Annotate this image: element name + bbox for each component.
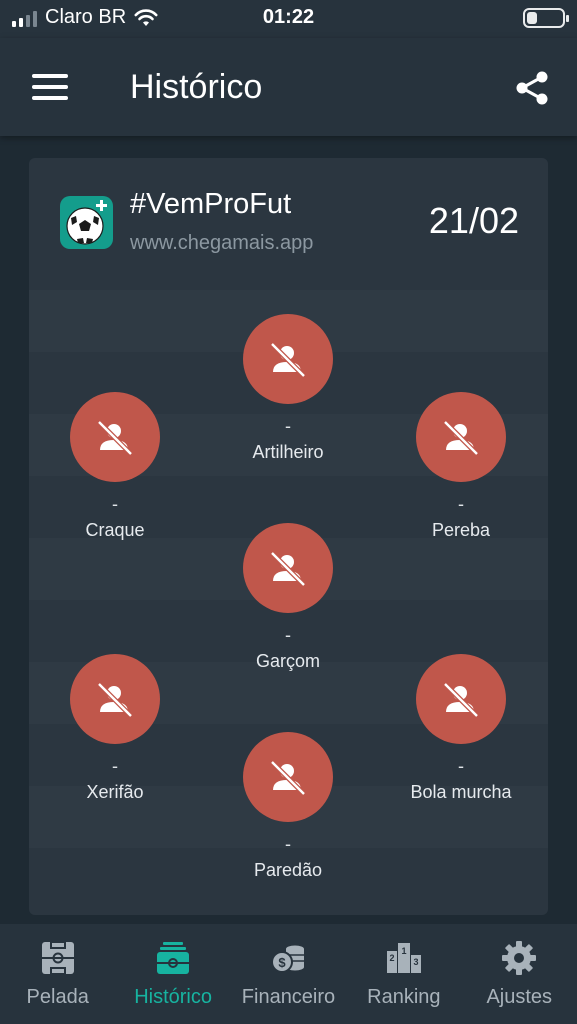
award-player: -	[458, 494, 464, 514]
status-bar: Claro BR 01:22	[0, 0, 577, 38]
award-label: Xerifão	[86, 782, 144, 802]
award-avatar-button[interactable]	[416, 392, 506, 482]
award-garcom: - Garçom	[208, 523, 368, 672]
award-avatar-button[interactable]	[243, 314, 333, 404]
award-avatar-button[interactable]	[243, 523, 333, 613]
card-site: www.chegamais.app	[130, 232, 314, 254]
award-avatar-button[interactable]	[243, 732, 333, 822]
app-bar: Histórico	[0, 38, 577, 136]
award-player: -	[112, 756, 118, 776]
nav-label: Financeiro	[241, 986, 336, 1008]
history-icon	[157, 942, 190, 974]
nav-label: Ajustes	[486, 986, 553, 1008]
nav-ranking[interactable]: 1 2 3 Ranking	[346, 924, 461, 1024]
bottom-nav: Pelada Histórico $ Financeiro 1 2 3 Rank…	[0, 924, 577, 1024]
no-player-icon	[270, 342, 306, 378]
award-avatar-button[interactable]	[70, 392, 160, 482]
award-artilheiro: - Artilheiro	[208, 314, 368, 463]
nav-ajustes[interactable]: Ajustes	[462, 924, 577, 1024]
svg-text:3: 3	[413, 957, 418, 967]
award-bola-murcha: - Bola murcha	[381, 654, 541, 803]
page-title: Histórico	[130, 68, 263, 106]
status-time: 01:22	[262, 6, 315, 28]
award-avatar-button[interactable]	[70, 654, 160, 744]
nav-historico[interactable]: Histórico	[115, 924, 230, 1024]
no-player-icon	[97, 420, 133, 456]
no-player-icon	[270, 551, 306, 587]
award-paredao: - Paredão	[208, 732, 368, 881]
coins-icon: $	[271, 945, 305, 973]
no-player-icon	[443, 682, 479, 718]
nav-label: Ranking	[367, 986, 441, 1008]
award-player: -	[285, 416, 291, 436]
hamburger-icon	[32, 74, 68, 78]
award-player: -	[458, 756, 464, 776]
award-avatar-button[interactable]	[416, 654, 506, 744]
award-label: Paredão	[253, 860, 323, 880]
podium-icon: 1 2 3	[386, 943, 421, 973]
app-logo	[60, 196, 113, 249]
no-player-icon	[270, 760, 306, 796]
award-label: Craque	[85, 520, 145, 540]
award-player: -	[285, 834, 291, 854]
share-icon[interactable]	[512, 68, 552, 108]
card-date: 21/02	[428, 200, 519, 241]
nav-financeiro[interactable]: $ Financeiro	[231, 924, 346, 1024]
award-player: -	[285, 625, 291, 645]
soccer-ball-icon	[66, 200, 107, 245]
nav-label: Histórico	[134, 986, 212, 1008]
menu-button[interactable]	[32, 74, 68, 102]
awards-field: - Artilheiro - Craque - Pereba - Garçom	[29, 290, 548, 915]
no-player-icon	[443, 420, 479, 456]
award-pereba: - Pereba	[381, 392, 541, 541]
field-icon	[41, 941, 74, 975]
nav-pelada[interactable]: Pelada	[0, 924, 115, 1024]
svg-text:2: 2	[389, 953, 394, 963]
no-player-icon	[97, 682, 133, 718]
award-label: Artilheiro	[252, 442, 324, 462]
award-craque: - Craque	[35, 392, 195, 541]
card-header: #VemProFut www.chegamais.app 21/02	[29, 158, 548, 290]
award-player: -	[112, 494, 118, 514]
award-label: Garçom	[255, 651, 320, 671]
award-xerifao: - Xerifão	[35, 654, 195, 803]
nav-label: Pelada	[26, 986, 89, 1008]
card-hashtag: #VemProFut	[130, 188, 292, 220]
svg-text:1: 1	[401, 946, 406, 956]
svg-text:$: $	[279, 955, 287, 970]
award-label: Bola murcha	[410, 782, 512, 802]
award-label: Pereba	[431, 520, 491, 540]
history-card: #VemProFut www.chegamais.app 21/02 - Art…	[29, 158, 548, 915]
battery-icon	[523, 8, 569, 28]
gear-icon	[502, 941, 537, 975]
